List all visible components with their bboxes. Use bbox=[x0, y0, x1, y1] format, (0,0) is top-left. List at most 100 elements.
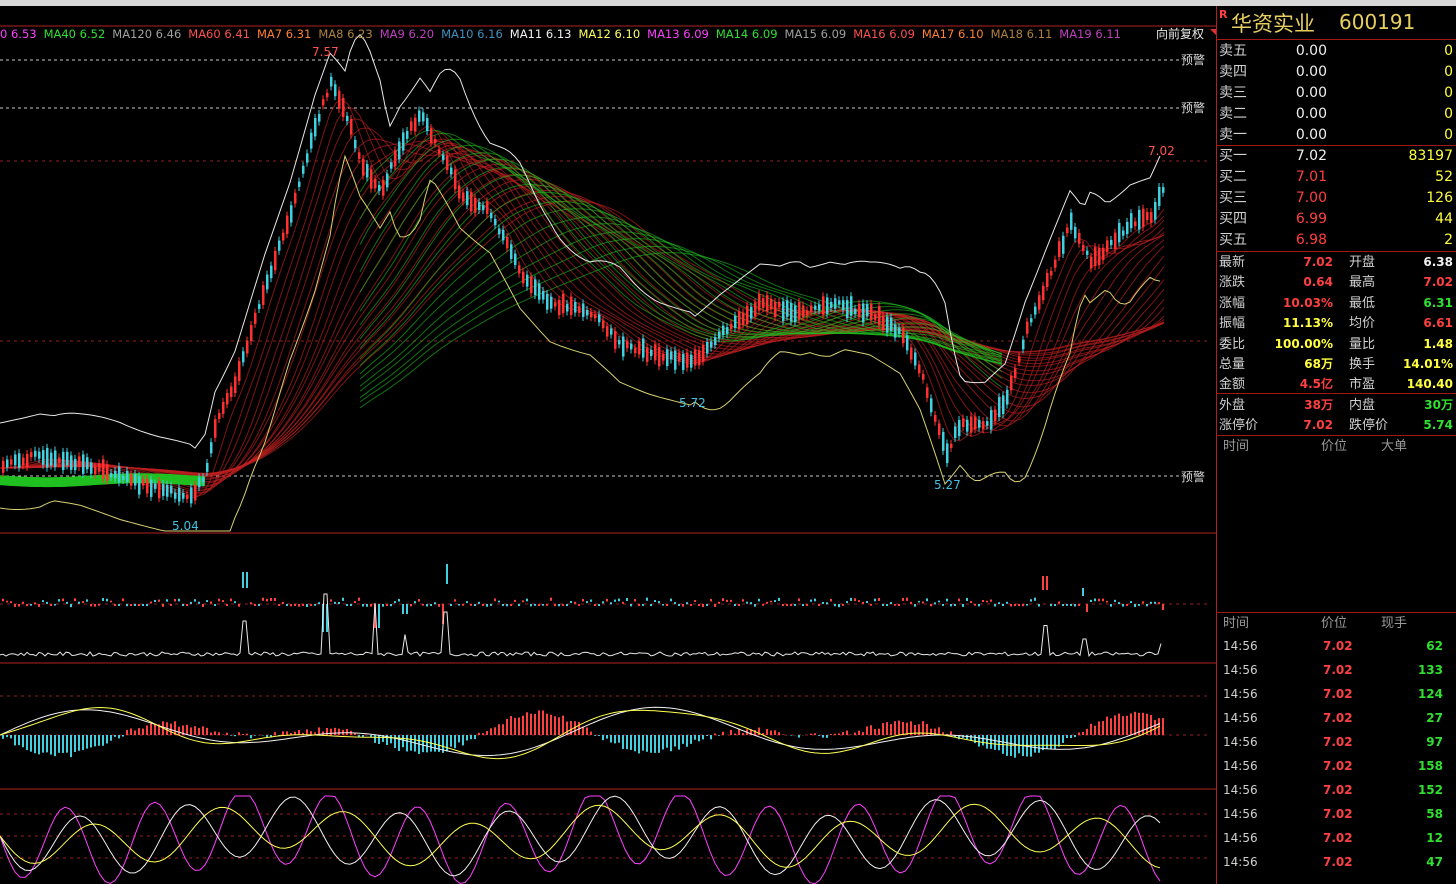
macd-bar bbox=[894, 721, 896, 735]
order-book-row[interactable]: 卖四 0.00 0 bbox=[1217, 62, 1456, 83]
macd-bar bbox=[282, 731, 284, 735]
tick-row[interactable]: 14:56 7.02 133 bbox=[1217, 658, 1456, 682]
candle-body bbox=[102, 459, 105, 479]
candle-body bbox=[602, 320, 605, 329]
candle-body bbox=[914, 352, 917, 366]
restore-mode-button[interactable]: 向前复权 bbox=[1156, 26, 1216, 42]
order-book-row[interactable]: 卖五 0.00 0 bbox=[1217, 41, 1456, 62]
candle-body bbox=[258, 304, 261, 309]
candle-body bbox=[190, 487, 193, 504]
volume-bar bbox=[354, 601, 356, 604]
candle-body bbox=[218, 413, 221, 419]
tick-row[interactable]: 14:56 7.02 62 bbox=[1217, 634, 1456, 658]
volume-bar bbox=[514, 599, 516, 602]
tick-price: 7.02 bbox=[1323, 639, 1353, 653]
candle-body bbox=[166, 484, 169, 497]
macd-bar bbox=[606, 735, 608, 739]
order-book-row[interactable]: 买一 7.02 83197 bbox=[1217, 146, 1456, 167]
tick-row[interactable]: 14:56 7.02 97 bbox=[1217, 730, 1456, 754]
order-price: 0.00 bbox=[1295, 106, 1327, 122]
order-book-row[interactable]: 买五 6.98 2 bbox=[1217, 230, 1456, 251]
volume-bar bbox=[258, 604, 260, 606]
volume-bar bbox=[138, 604, 140, 607]
volume-bar bbox=[54, 604, 56, 606]
volume-bar bbox=[378, 604, 380, 628]
stat-value: 1.48 bbox=[1423, 336, 1453, 351]
volume-bar bbox=[66, 601, 68, 604]
candle-body bbox=[826, 297, 829, 314]
volume-bar bbox=[94, 604, 96, 607]
candle-body bbox=[414, 117, 417, 132]
tick-header: 时间 价位 现手 bbox=[1217, 614, 1456, 634]
order-book-row[interactable]: 买三 7.00 126 bbox=[1217, 188, 1456, 209]
volume-bar bbox=[614, 599, 616, 602]
tick-price: 7.02 bbox=[1323, 663, 1353, 677]
tick-row[interactable]: 14:56 7.02 152 bbox=[1217, 778, 1456, 802]
macd-bar bbox=[98, 735, 100, 746]
candle-body bbox=[654, 344, 657, 361]
macd-bar bbox=[206, 727, 208, 735]
volume-bar bbox=[1130, 601, 1132, 604]
order-price: 7.02 bbox=[1295, 148, 1327, 164]
macd-bar bbox=[506, 719, 508, 735]
volume-bar bbox=[1098, 598, 1100, 602]
candle-body bbox=[854, 308, 857, 314]
macd-bar bbox=[898, 720, 900, 735]
candle-body bbox=[1062, 235, 1065, 254]
alert-label-3[interactable]: 预警 bbox=[1181, 469, 1205, 484]
candle-body bbox=[726, 327, 729, 334]
candle-body bbox=[702, 345, 705, 362]
alert-label-2[interactable]: 预警 bbox=[1181, 100, 1205, 115]
macd-bar bbox=[226, 732, 228, 735]
macd-bar bbox=[374, 735, 376, 743]
ma-legend-item: MA11 6.13 bbox=[509, 27, 572, 41]
macd-bar bbox=[1102, 721, 1104, 735]
volume-bar bbox=[742, 599, 744, 602]
order-book-row[interactable]: 卖一 0.00 0 bbox=[1217, 125, 1456, 146]
volume-bar bbox=[566, 604, 568, 607]
candle-body bbox=[342, 97, 345, 118]
order-level-label: 买三 bbox=[1219, 190, 1247, 206]
stat-value: 10.03% bbox=[1283, 295, 1333, 310]
candle-body bbox=[1058, 241, 1061, 257]
order-book-row[interactable]: 买四 6.99 44 bbox=[1217, 209, 1456, 230]
order-book-row[interactable]: 卖二 0.00 0 bbox=[1217, 104, 1456, 125]
macd-bar bbox=[446, 735, 448, 752]
candle-body bbox=[590, 311, 593, 318]
macd-bar bbox=[534, 713, 536, 735]
alert-label-1[interactable]: 预警 bbox=[1181, 52, 1205, 67]
candle-body bbox=[338, 90, 341, 109]
candle-body bbox=[498, 228, 501, 235]
order-book-row[interactable]: 卖三 0.00 0 bbox=[1217, 83, 1456, 104]
volume-bar bbox=[1042, 576, 1044, 590]
volume-bar bbox=[210, 601, 212, 604]
candle-body bbox=[882, 315, 885, 331]
candle-body bbox=[606, 326, 609, 337]
candle-body bbox=[890, 317, 893, 331]
candle-body bbox=[326, 92, 329, 98]
macd-bar bbox=[1150, 714, 1152, 735]
volume-bar bbox=[190, 601, 192, 604]
tick-row[interactable]: 14:56 7.02 58 bbox=[1217, 802, 1456, 826]
tick-row[interactable]: 14:56 7.02 12 bbox=[1217, 826, 1456, 850]
candle-body bbox=[234, 376, 237, 394]
volume-bar bbox=[206, 600, 208, 603]
volume-bar bbox=[286, 604, 288, 606]
tick-row[interactable]: 14:56 7.02 47 bbox=[1217, 850, 1456, 874]
volume-bar bbox=[218, 598, 220, 602]
volume-bar bbox=[186, 604, 188, 606]
tick-row[interactable]: 14:56 7.02 27 bbox=[1217, 706, 1456, 730]
macd-bar bbox=[978, 735, 980, 747]
macd-bar bbox=[798, 735, 800, 738]
stat-label: 最高 bbox=[1349, 275, 1376, 291]
chart-canvas[interactable]: 7.57 7.02 5.04 5.72 5.27 预警 预警 预警 bbox=[0, 6, 1216, 884]
macd-bar bbox=[1054, 735, 1056, 749]
order-book-row[interactable]: 买二 7.01 52 bbox=[1217, 167, 1456, 188]
tick-row[interactable]: 14:56 7.02 124 bbox=[1217, 682, 1456, 706]
candle-body bbox=[986, 421, 989, 426]
candle-body bbox=[174, 492, 177, 499]
volume-bar bbox=[86, 599, 88, 602]
tick-row[interactable]: 14:56 7.02 158 bbox=[1217, 754, 1456, 778]
candle-body bbox=[506, 236, 509, 249]
stat-label: 委比 bbox=[1219, 336, 1246, 352]
